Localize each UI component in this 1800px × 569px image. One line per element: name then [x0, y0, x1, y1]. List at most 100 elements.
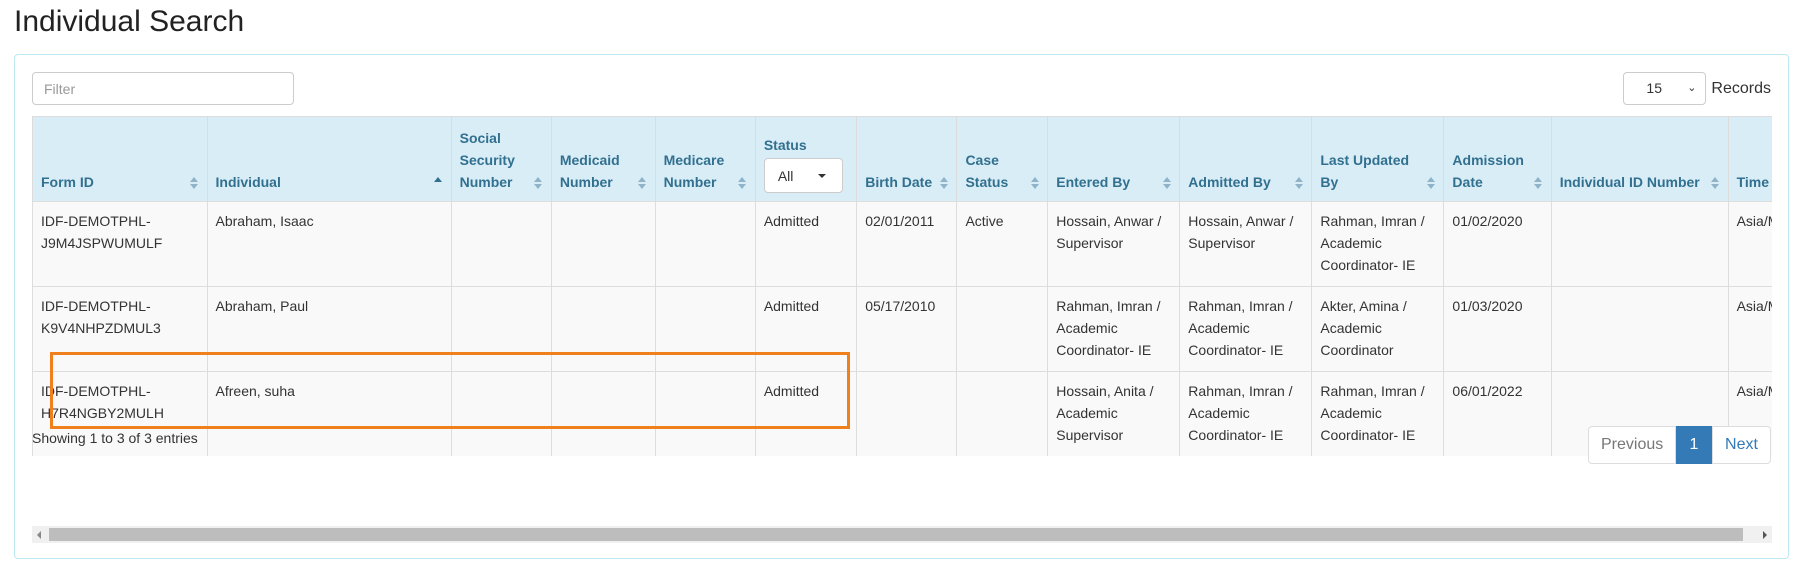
cell-form-id: IDF-DEMOTPHL-J9M4JSPWUMULF — [32, 201, 208, 287]
column-header-label: Admitted By — [1188, 174, 1271, 190]
scrollbar-thumb[interactable] — [49, 528, 1743, 541]
search-panel: 15 ⌄ Records Form ID Individual Social Sec… — [14, 54, 1789, 559]
column-header-individual-id[interactable]: Individual ID Number — [1550, 116, 1729, 202]
sort-icon[interactable] — [939, 177, 948, 191]
table-row[interactable]: IDF-DEMOTPHL-H7R4NGBY2MULH Afreen, suha Ad… — [32, 371, 1772, 456]
column-header-status[interactable]: Status All — [754, 116, 858, 202]
cell-case-status — [956, 371, 1049, 456]
cell-medicare — [654, 286, 756, 372]
column-header-time-zone[interactable]: Time Zone — [1727, 116, 1772, 202]
sort-asc-icon[interactable] — [434, 177, 443, 191]
records-label: Records — [1711, 79, 1771, 97]
cell-individual: Afreen, suha — [206, 371, 452, 456]
column-header-case-status[interactable]: Case Status — [956, 116, 1049, 202]
cell-ssn — [450, 286, 552, 372]
sort-icon[interactable] — [1711, 177, 1720, 191]
next-page-button[interactable]: Next — [1712, 426, 1771, 464]
cell-status: Admitted — [754, 201, 858, 287]
cell-individual: Abraham, Paul — [206, 286, 452, 372]
column-header-birth-date[interactable]: Birth Date — [856, 116, 958, 202]
table-body: IDF-DEMOTPHL-J9M4JSPWUMULF Abraham, Isaac… — [32, 201, 1772, 456]
cell-ssn — [450, 201, 552, 287]
cell-medicaid — [550, 371, 656, 456]
page-title: Individual Search — [14, 5, 245, 38]
cell-status: Admitted — [754, 371, 858, 456]
table-row[interactable]: IDF-DEMOTPHL-K9V4NHPZDMUL3 Abraham, Paul A… — [32, 286, 1772, 372]
column-header-label: Individual ID Number — [1559, 174, 1700, 190]
scroll-right-icon[interactable] — [1763, 531, 1767, 539]
caret-down-icon — [817, 174, 826, 178]
sort-icon[interactable] — [1534, 177, 1543, 191]
cell-ssn — [450, 371, 552, 456]
column-header-label: Status — [763, 137, 807, 153]
column-header-label: Admission Date — [1452, 152, 1524, 190]
cell-case-status — [956, 286, 1049, 372]
filter-input[interactable] — [32, 72, 294, 105]
sort-icon[interactable] — [190, 177, 199, 191]
cell-medicaid — [550, 286, 656, 372]
column-header-label: Birth Date — [865, 174, 933, 190]
horizontal-scrollbar[interactable] — [32, 526, 1772, 543]
table-header-row: Form ID Individual Social Security Number M… — [32, 116, 1772, 202]
cell-last-updated-by: Rahman, Imran / Academic Coordinator- IE — [1311, 371, 1445, 456]
column-header-admitted-by[interactable]: Admitted By — [1179, 116, 1313, 202]
column-header-admission-date[interactable]: Admission Date — [1443, 116, 1552, 202]
sort-icon[interactable] — [1294, 177, 1303, 191]
previous-page-button[interactable]: Previous — [1588, 426, 1676, 464]
cell-birth-date: 05/17/2010 — [856, 286, 958, 372]
cell-admission-date: 01/02/2020 — [1443, 201, 1552, 287]
column-header-form-id[interactable]: Form ID — [32, 116, 208, 202]
column-header-label: Form ID — [41, 174, 94, 190]
scroll-left-icon[interactable] — [37, 531, 41, 539]
column-header-medicare[interactable]: Medicare Number — [654, 116, 756, 202]
column-header-medicaid[interactable]: Medicaid Number — [550, 116, 656, 202]
cell-admission-date: 01/03/2020 — [1443, 286, 1552, 372]
cell-admitted-by: Hossain, Anwar / Supervisor — [1179, 201, 1313, 287]
column-header-individual[interactable]: Individual — [206, 116, 452, 202]
cell-form-id: IDF-DEMOTPHL-K9V4NHPZDMUL3 — [32, 286, 208, 372]
sort-icon[interactable] — [534, 177, 543, 191]
table-row[interactable]: IDF-DEMOTPHL-J9M4JSPWUMULF Abraham, Isaac… — [32, 201, 1772, 287]
cell-entered-by: Hossain, Anwar / Supervisor — [1047, 201, 1181, 287]
cell-birth-date — [856, 371, 958, 456]
sort-icon[interactable] — [638, 177, 647, 191]
column-header-label: Case Status — [965, 152, 1009, 190]
cell-individual-id — [1550, 201, 1729, 287]
sort-icon[interactable] — [1030, 177, 1039, 191]
pagination: Previous 1 Next — [1588, 426, 1771, 464]
sort-icon[interactable] — [738, 177, 747, 191]
column-header-label: Last Updated By — [1320, 152, 1410, 190]
cell-admitted-by: Rahman, Imran / Academic Coordinator- IE — [1179, 371, 1313, 456]
column-header-label: Individual — [215, 174, 281, 190]
column-header-last-updated-by[interactable]: Last Updated By — [1311, 116, 1445, 202]
column-header-entered-by[interactable]: Entered By — [1047, 116, 1181, 202]
status-filter-dropdown[interactable]: All — [763, 158, 843, 193]
cell-medicaid — [550, 201, 656, 287]
records-select[interactable]: 15 ⌄ — [1623, 72, 1707, 105]
cell-time-zone: Asia/Manila — [1727, 286, 1772, 372]
cell-case-status: Active — [956, 201, 1049, 287]
status-filter-value: All — [777, 168, 794, 184]
cell-birth-date: 02/01/2011 — [856, 201, 958, 287]
cell-medicare — [654, 201, 756, 287]
records-per-page: 15 ⌄ Records — [1623, 72, 1771, 105]
column-header-label: Time Zone — [1736, 174, 1772, 190]
individual-table: Form ID Individual Social Security Number M… — [32, 116, 1772, 456]
cell-medicare — [654, 371, 756, 456]
column-header-label: Medicare Number — [663, 152, 725, 190]
sort-icon[interactable] — [1162, 177, 1171, 191]
cell-status: Admitted — [754, 286, 858, 372]
cell-admitted-by: Rahman, Imran / Academic Coordinator- IE — [1179, 286, 1313, 372]
entries-info: Showing 1 to 3 of 3 entries — [32, 430, 198, 446]
cell-entered-by: Hossain, Anita / Academic Supervisor — [1047, 371, 1181, 456]
cell-entered-by: Rahman, Imran / Academic Coordinator- IE — [1047, 286, 1181, 372]
column-header-label: Social Security Number — [459, 130, 515, 190]
sort-icon[interactable] — [1426, 177, 1435, 191]
chevron-down-icon: ⌄ — [1687, 82, 1697, 94]
column-header-label: Medicaid Number — [559, 152, 620, 190]
records-select-value: 15 — [1646, 80, 1662, 96]
table-container: Form ID Individual Social Security Number M… — [32, 116, 1772, 456]
page-1-button[interactable]: 1 — [1676, 426, 1712, 464]
cell-individual: Abraham, Isaac — [206, 201, 452, 287]
column-header-ssn[interactable]: Social Security Number — [450, 116, 552, 202]
